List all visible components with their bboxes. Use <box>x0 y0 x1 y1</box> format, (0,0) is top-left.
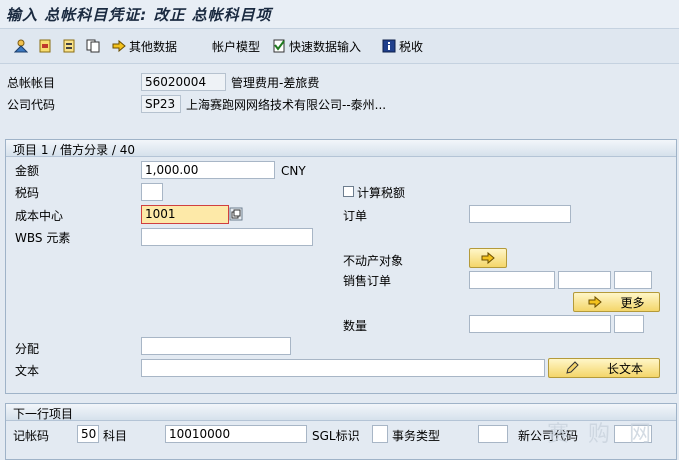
item-panel: 项目 1 / 借方分录 / 40 <box>5 139 677 394</box>
posting-key-field[interactable]: 50 <box>77 425 99 443</box>
person-icon-button[interactable] <box>14 37 28 55</box>
gl-account-label: 总帐帐目 <box>7 76 56 90</box>
quantity-label: 数量 <box>343 319 368 333</box>
next-item-heading: 下一行项目 <box>13 407 74 421</box>
gl-account-description: 管理费用-差旅费 <box>231 76 320 90</box>
cost-center-field[interactable]: 1001 <box>141 205 229 224</box>
tax-code-field[interactable] <box>141 183 163 201</box>
unit-field[interactable] <box>614 315 644 333</box>
order-field[interactable] <box>469 205 571 223</box>
currency-label: CNY <box>281 164 306 178</box>
gl-account-field[interactable]: 56020004 <box>141 73 226 91</box>
pages-icon <box>86 39 100 53</box>
item-panel-heading: 项目 1 / 借方分录 / 40 <box>13 143 136 157</box>
transaction-type-field[interactable] <box>478 425 508 443</box>
sales-order-field[interactable] <box>469 271 555 289</box>
text-field[interactable] <box>141 359 545 377</box>
account-label: 科目 <box>103 429 128 443</box>
checklist-icon <box>272 39 286 53</box>
person-icon <box>14 39 28 53</box>
copy-doc-button[interactable] <box>38 37 52 55</box>
hold-doc-button[interactable] <box>62 37 76 55</box>
tax-label: 税收 <box>399 39 424 54</box>
real-estate-label: 不动产对象 <box>343 254 404 268</box>
calc-tax-label: 计算税额 <box>357 186 406 200</box>
posting-key-label: 记帐码 <box>13 429 50 443</box>
other-data-button[interactable]: 其他数据 <box>112 37 177 55</box>
item-panel-header: 项目 1 / 借方分录 / 40 <box>6 140 676 157</box>
account-field[interactable]: 10010000 <box>165 425 307 443</box>
transaction-type-label: 事务类型 <box>392 429 441 443</box>
more-button[interactable]: 更多 <box>573 292 660 312</box>
assignment-label: 分配 <box>15 342 40 356</box>
amount-label: 金额 <box>15 164 40 178</box>
order-label: 订单 <box>343 209 368 223</box>
quantity-field[interactable] <box>469 315 611 333</box>
amount-field[interactable]: 1,000.00 <box>141 161 275 179</box>
document-yellow-icon <box>38 39 52 53</box>
application-toolbar: 其他数据 帐户模型 快速数据输入 税收 <box>0 29 679 64</box>
sales-order-label: 销售订单 <box>343 274 392 288</box>
long-text-label: 长文本 <box>606 361 643 376</box>
wbs-field[interactable] <box>141 228 313 246</box>
sgl-indicator-field[interactable] <box>372 425 388 443</box>
long-text-button[interactable]: 长文本 <box>548 358 660 378</box>
arrow-right-icon <box>112 39 126 53</box>
pencil-icon <box>565 361 579 375</box>
info-icon <box>382 39 396 53</box>
fast-entry-label: 快速数据输入 <box>289 39 362 54</box>
account-model-button[interactable]: 帐户模型 <box>209 37 260 55</box>
text-label: 文本 <box>15 364 40 378</box>
more-label: 更多 <box>620 295 645 310</box>
pages-button[interactable] <box>86 37 100 55</box>
other-data-label: 其他数据 <box>129 39 178 54</box>
calc-tax-checkbox[interactable] <box>343 186 354 197</box>
page-title: 输入 总帐科目凭证: 改正 总帐科目项 <box>6 6 272 24</box>
arrow-right-icon <box>481 251 495 265</box>
company-code-description: 上海赛跑网网络技术有限公司--泰州... <box>186 98 387 112</box>
company-code-label: 公司代码 <box>7 98 56 112</box>
watermark-logo: 赛 购 网 <box>547 422 657 447</box>
sgl-indicator-label: SGL标识 <box>312 429 360 443</box>
sales-order-item-field[interactable] <box>558 271 611 289</box>
wbs-label: WBS 元素 <box>15 231 71 245</box>
tax-button[interactable]: 税收 <box>382 37 423 55</box>
fast-entry-button[interactable]: 快速数据输入 <box>272 37 361 55</box>
document-stack-icon <box>62 39 76 53</box>
account-model-label: 帐户模型 <box>212 39 261 54</box>
real-estate-button[interactable] <box>469 248 507 268</box>
assignment-field[interactable] <box>141 337 291 355</box>
sales-order-schedule-field[interactable] <box>614 271 652 289</box>
company-code-field[interactable]: SP23 <box>141 95 181 113</box>
tax-code-label: 税码 <box>15 186 40 200</box>
title-bar: 输入 总帐科目凭证: 改正 总帐科目项 <box>0 0 679 29</box>
search-help-icon[interactable] <box>229 207 243 221</box>
cost-center-label: 成本中心 <box>15 209 64 223</box>
arrow-right-icon <box>588 295 603 309</box>
